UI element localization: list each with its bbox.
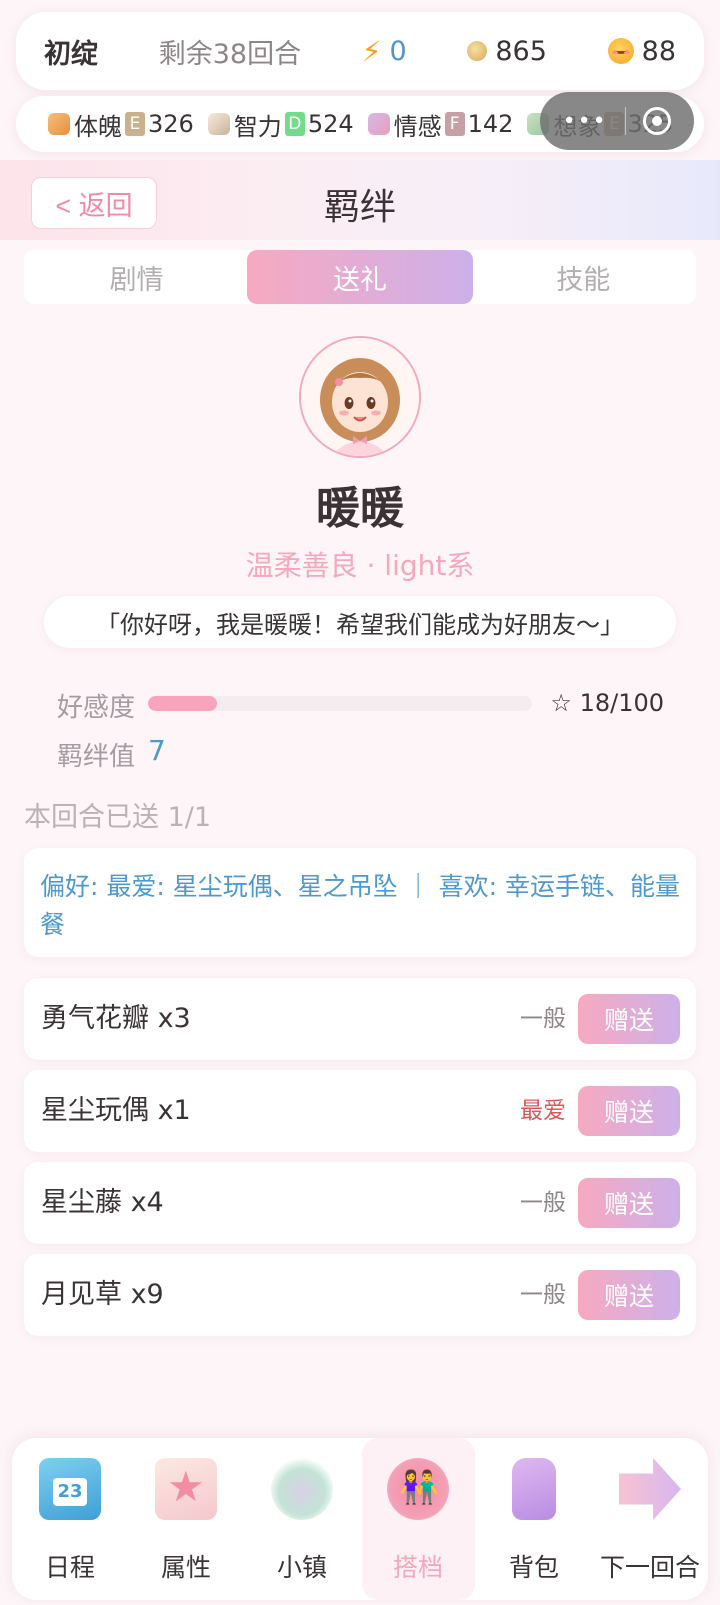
attribute-value: 142	[467, 110, 514, 138]
give-gift-button[interactable]: 赠送	[578, 1086, 680, 1136]
coin-icon	[467, 41, 488, 61]
gift-row: 星尘藤 x4 一般 赠送	[24, 1162, 696, 1244]
status-bar: 初绽 剩余38回合 ⚡ 0 865 88	[16, 12, 704, 90]
affection-progress-fill	[148, 696, 218, 711]
bond-label: 羁绊值	[57, 742, 136, 772]
attribute-emotion: 情感 F 142	[367, 107, 514, 142]
affection-value: ☆ 18/100	[550, 689, 664, 717]
preference-card: 偏好: 最爱: 星尘玩偶、星之吊坠 ｜ 喜欢: 幸运手链、能量餐	[24, 848, 696, 957]
nav-item-backpack[interactable]: 背包	[478, 1438, 591, 1600]
book-icon	[207, 113, 230, 135]
rounds-remaining: 剩余38回合	[158, 38, 302, 70]
energy-stat: ⚡ 0	[362, 35, 407, 68]
grade-badge: E	[125, 112, 145, 136]
nav-label: 属性	[160, 1553, 211, 1582]
bond-value: 7	[148, 734, 166, 767]
more-icon[interactable]: •••	[563, 109, 608, 134]
give-gift-button[interactable]: 赠送	[578, 1270, 680, 1320]
miniprogram-capsule[interactable]: •••	[540, 92, 694, 150]
coin-stat: 865	[467, 36, 547, 67]
calendar-icon	[39, 1458, 101, 1520]
gift-name: 月见草 x9	[41, 1279, 164, 1310]
tab-gift[interactable]: 送礼	[247, 250, 473, 304]
attribute-body: 体魄 E 326	[48, 107, 194, 142]
character-quote: 「你好呀，我是暖暖！希望我们能成为好朋友～」	[44, 596, 676, 648]
attribute-label: 智力	[233, 112, 282, 141]
mood-stat: 88	[607, 35, 676, 67]
heart-icon	[367, 113, 390, 135]
star-badge-icon	[155, 1458, 217, 1520]
character-portrait-icon	[301, 338, 419, 456]
lightning-icon: ⚡	[361, 34, 382, 68]
town-icon	[271, 1458, 333, 1520]
nav-label: 背包	[508, 1553, 559, 1582]
character-name: 暖暖	[316, 483, 404, 534]
close-target-icon[interactable]	[643, 107, 672, 135]
bottom-nav: 日程 属性 小镇 搭档 背包 下一回合	[12, 1438, 708, 1600]
grade-badge: F	[444, 112, 465, 136]
mood-value: 88	[641, 35, 676, 67]
tab-bar: 剧情 送礼 技能	[24, 250, 696, 304]
gift-row: 星尘玩偶 x1 最爱 赠送	[24, 1070, 696, 1152]
backpack-icon	[512, 1458, 556, 1520]
nav-label: 搭档	[392, 1553, 443, 1582]
partner-icon	[387, 1458, 449, 1520]
coin-value: 865	[495, 35, 547, 67]
gifts-sent-counter: 本回合已送 1/1	[24, 802, 212, 833]
character-subtitle: 温柔善良 · light系	[245, 549, 475, 582]
capsule-divider	[624, 107, 626, 135]
fist-icon	[48, 113, 70, 135]
gift-preference: 一般	[520, 1190, 566, 1216]
smiley-icon	[607, 38, 634, 64]
gift-name: 星尘玩偶 x1	[41, 1095, 191, 1126]
nav-label: 小镇	[276, 1553, 327, 1582]
next-round-icon	[619, 1458, 681, 1520]
attribute-value: 524	[307, 110, 354, 138]
energy-value: 0	[389, 35, 407, 67]
gift-row: 月见草 x9 一般 赠送	[24, 1254, 696, 1336]
nav-item-town[interactable]: 小镇	[246, 1438, 359, 1600]
tab-skills[interactable]: 技能	[471, 250, 696, 304]
nav-item-partner[interactable]: 搭档	[361, 1438, 475, 1600]
nav-label: 下一回合	[599, 1553, 700, 1582]
gift-preference: 最爱	[520, 1098, 566, 1124]
grade-badge: D	[284, 112, 305, 136]
gift-name: 勇气花瓣 x3	[41, 1003, 191, 1034]
back-button[interactable]: < 返回	[31, 177, 157, 229]
attribute-value: 326	[148, 110, 194, 138]
nav-item-schedule[interactable]: 日程	[14, 1438, 127, 1600]
gift-preference: 一般	[520, 1006, 566, 1032]
gift-name: 星尘藤 x4	[41, 1187, 164, 1218]
gift-preference: 一般	[520, 1282, 566, 1308]
give-gift-button[interactable]: 赠送	[578, 1178, 680, 1228]
attribute-label: 体魄	[74, 112, 122, 141]
stage-label: 初绽	[44, 38, 98, 70]
nav-label: 日程	[44, 1553, 95, 1582]
tab-story[interactable]: 剧情	[24, 250, 249, 304]
nav-item-attributes[interactable]: 属性	[130, 1438, 243, 1600]
avatar	[299, 336, 421, 458]
attribute-intellect: 智力 D 524	[207, 107, 354, 142]
affection-progress-bar	[148, 696, 532, 711]
gift-row: 勇气花瓣 x3 一般 赠送	[24, 978, 696, 1060]
attribute-label: 情感	[393, 112, 442, 141]
affection-label: 好感度	[57, 693, 136, 723]
nav-item-next-round[interactable]: 下一回合	[594, 1438, 707, 1600]
give-gift-button[interactable]: 赠送	[578, 994, 680, 1044]
